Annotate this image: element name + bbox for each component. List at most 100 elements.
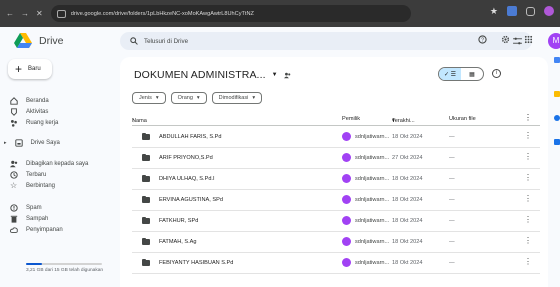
sidebar-item-starred[interactable]: ☆ Berbintang (10, 182, 55, 190)
storage-progress-bar (26, 263, 102, 265)
site-info-icon[interactable] (56, 9, 66, 18)
sidebar-item-my-drive[interactable]: ▸ Drive Saya (4, 139, 60, 147)
chip-label: Jenis (139, 95, 152, 101)
forward-icon[interactable]: → (21, 9, 29, 18)
search-icon[interactable] (130, 37, 138, 45)
more-options-icon[interactable]: ⋮ (524, 152, 532, 161)
sidebar-item-workspaces[interactable]: Ruang kerja (10, 119, 58, 127)
tasks-icon[interactable] (554, 115, 560, 121)
owner-name: sdnljatiwarn... (355, 176, 390, 182)
more-options-icon[interactable]: ⋮ (524, 215, 532, 224)
filter-chip-people[interactable]: Orang ▾ (170, 92, 207, 104)
folder-title-button[interactable]: DOKUMEN ADMINISTRA... ▼ (134, 69, 291, 81)
column-header-size[interactable]: Ukuran file (449, 116, 476, 122)
chevron-right-icon[interactable]: ▸ (4, 140, 7, 146)
details-info-icon[interactable]: i (492, 69, 501, 78)
address-bar[interactable]: drive.google.com/drive/folders/1pLbHkzeN… (50, 5, 411, 22)
drive-logo-icon (14, 33, 32, 48)
extension-icon[interactable] (507, 6, 517, 16)
profile-icon[interactable] (544, 6, 554, 16)
sidebar-item-storage[interactable]: Penyimpanan (10, 226, 63, 234)
modified-date: 18 Okt 2024 (392, 218, 423, 224)
table-row[interactable]: ERVINA AGUSTINA, SPd sdnljatiwarn... 18 Ok… (132, 190, 540, 211)
apps-grid-icon[interactable] (524, 35, 533, 44)
table-header: Nama ↑ Pemilik Terakhi... ▾ Ukuran file … (132, 113, 540, 126)
calendar-icon[interactable] (554, 57, 560, 63)
table-row[interactable]: DHIYA ULHAQ, S.Pd.I sdnljatiwarn... 18 Okt… (132, 169, 540, 190)
file-name: ERVINA AGUSTINA, SPd (159, 197, 223, 203)
table-row[interactable]: FATKHUR, SPd sdnljatiwarn... 18 Okt 2024 — ⋮ (132, 211, 540, 232)
bookmark-star-icon[interactable]: ★ (490, 6, 498, 16)
table-row[interactable]: FEBIYANTY HASIBUAN S.Pd sdnljatiwarn... 18… (132, 253, 540, 274)
file-name: FATMAH, S.Ag (159, 239, 197, 245)
chevron-down-icon: ▾ (392, 118, 395, 124)
grid-view-button[interactable]: ▦ (461, 68, 483, 80)
settings-gear-icon[interactable] (501, 35, 510, 44)
modified-date: 18 Okt 2024 (392, 176, 423, 182)
more-options-icon[interactable]: ⋮ (524, 236, 532, 245)
sidebar-item-home[interactable]: Beranda (10, 97, 49, 105)
sidebar-item-trash[interactable]: Sampah (10, 215, 48, 223)
file-name: FATKHUR, SPd (159, 218, 199, 224)
filter-chip-type[interactable]: Jenis ▾ (132, 92, 166, 104)
back-icon[interactable]: ← (6, 9, 14, 18)
trash-icon (10, 215, 18, 223)
column-modified-label: Terakhi... (392, 118, 415, 124)
file-size: — (449, 218, 455, 224)
owner-avatar (342, 153, 351, 162)
app-name: Drive (39, 35, 64, 47)
contacts-icon[interactable] (554, 139, 560, 145)
owner-avatar (342, 174, 351, 183)
chevron-down-icon: ▼ (271, 72, 278, 78)
file-name: ARIF PRIYONO,S.Pd (159, 155, 213, 161)
plus-icon: + (15, 62, 23, 76)
file-size: — (449, 155, 455, 161)
sidebar-item-activity[interactable]: Aktivitas (10, 108, 48, 116)
table-row[interactable]: ARIF PRIYONO,S.Pd sdnljatiwarn... 27 Okt 2… (132, 148, 540, 169)
close-icon[interactable]: ✕ (36, 9, 43, 18)
chevron-down-icon: ▾ (196, 95, 200, 101)
more-options-icon[interactable]: ⋮ (524, 131, 532, 140)
chevron-down-icon: ▾ (155, 95, 159, 101)
file-size: — (449, 260, 455, 266)
svg-text:?: ? (481, 38, 484, 44)
owner-avatar (342, 195, 351, 204)
sort-arrow-up-icon[interactable]: ↑ (132, 118, 135, 124)
list-view-button[interactable]: ✓ ☰ (439, 68, 461, 80)
drive-logo[interactable]: Drive (14, 33, 64, 49)
more-options-icon[interactable]: ⋮ (524, 113, 532, 122)
sidebar-item-spam[interactable]: Spam (10, 204, 42, 212)
more-options-icon[interactable]: ⋮ (524, 257, 532, 266)
new-button[interactable]: + Baru (8, 59, 52, 79)
activity-icon (11, 108, 17, 116)
sidebar-item-label: Penyimpanan (26, 227, 63, 233)
spam-icon (10, 204, 18, 212)
account-avatar[interactable]: M (548, 33, 560, 49)
browser-actions: ★ (490, 6, 554, 16)
browser-nav: ← → ✕ (6, 9, 43, 18)
column-header-owner[interactable]: Pemilik (342, 116, 360, 122)
table-row[interactable]: FATMAH, S.Ag sdnljatiwarn... 18 Okt 2024 — ⋮ (132, 232, 540, 253)
more-options-icon[interactable]: ⋮ (524, 173, 532, 182)
folder-icon (142, 174, 150, 182)
sidebar-item-shared[interactable]: Dibagikan kepada saya (10, 160, 88, 168)
chip-label: Orang (177, 95, 193, 101)
folder-icon (142, 195, 150, 203)
filter-chips: Jenis ▾ Orang ▾ Dimodifikasi ▾ (132, 92, 263, 104)
search-bar[interactable]: Telusuri di Drive (120, 32, 532, 50)
keep-icon[interactable] (554, 91, 560, 97)
file-name: DHIYA ULHAQ, S.Pd.I (159, 176, 215, 182)
more-options-icon[interactable]: ⋮ (524, 194, 532, 203)
sidebar-item-recent[interactable]: Terbaru (10, 171, 46, 179)
file-name: FEBIYANTY HASIBUAN S.Pd (159, 260, 234, 266)
filter-chip-modified[interactable]: Dimodifikasi ▾ (211, 92, 263, 104)
table-row[interactable]: ABDULLAH FARIS, S.Pd sdnljatiwarn... 18 Ok… (132, 127, 540, 148)
chevron-down-icon: ▾ (252, 95, 256, 101)
owner-avatar (342, 258, 351, 267)
help-icon[interactable]: ? (478, 35, 487, 44)
owner-name: sdnljatiwarn... (355, 260, 390, 266)
shared-folder-icon[interactable] (283, 72, 291, 79)
workspace-icon (10, 119, 17, 127)
extensions-puzzle-icon[interactable] (526, 6, 535, 16)
search-input[interactable]: Telusuri di Drive (144, 38, 188, 45)
